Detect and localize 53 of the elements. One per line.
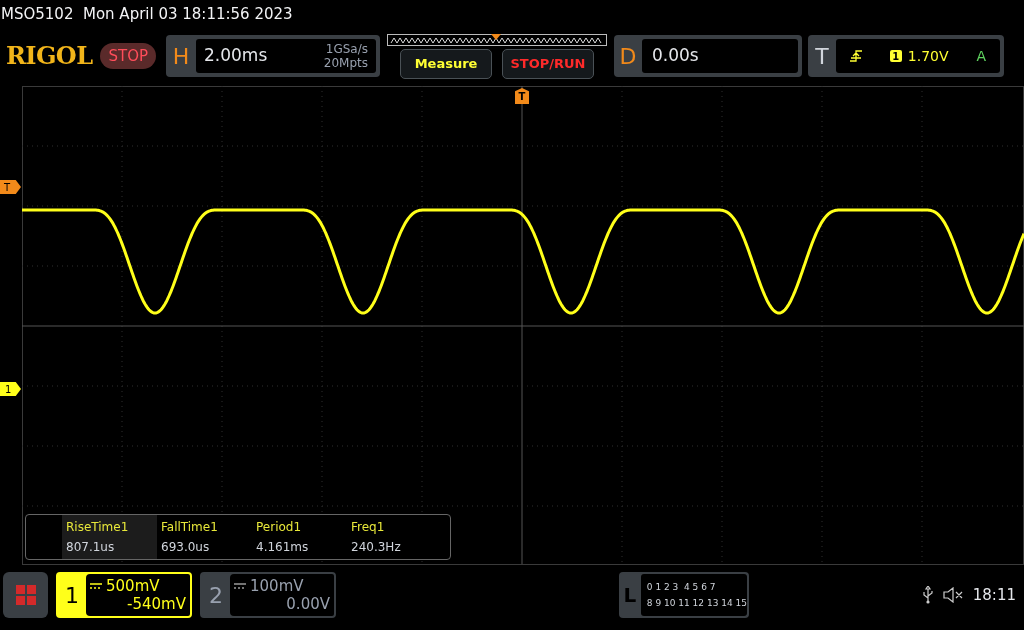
logic-panel[interactable]: L 0 1 2 3 4 5 6 7 8 9 10 11 12 13 14 15 xyxy=(619,572,749,618)
channel-number: 1 xyxy=(64,581,80,610)
delay-panel[interactable]: D 0.00s xyxy=(614,35,802,77)
horizontal-label: H xyxy=(171,42,191,71)
trigger-level-marker[interactable]: T xyxy=(0,180,21,194)
measure-button[interactable]: Measure xyxy=(400,48,492,79)
speaker-muted-icon xyxy=(942,587,963,603)
run-status: STOP xyxy=(100,43,156,69)
trigger-panel[interactable]: T 1 1.70V A xyxy=(808,35,1004,77)
timebase-value: 2.00ms xyxy=(204,44,268,68)
measurement-label: Freq1 xyxy=(351,519,386,536)
channel-offset: 0.00V xyxy=(286,595,330,613)
measurement-value: 4.161ms xyxy=(256,539,310,556)
logic-channel-numbers: 8 9 10 11 12 13 14 15 xyxy=(646,597,747,610)
stop-run-button[interactable]: STOP/RUN xyxy=(502,48,594,79)
clock-time: 18:11 xyxy=(972,584,1016,606)
trigger-label: T xyxy=(814,42,830,71)
menu-button[interactable] xyxy=(3,572,48,618)
dc-coupling-icon xyxy=(234,582,246,590)
trigger-level: 1.70V xyxy=(907,46,949,66)
memory-depth: 20Mpts xyxy=(323,56,368,70)
delay-value: 0.00s xyxy=(652,44,699,68)
logic-label: L xyxy=(622,582,638,609)
channel-panel[interactable]: 1 500mV -540mV xyxy=(56,572,192,618)
measurement-label: Period1 xyxy=(256,519,303,536)
delay-label: D xyxy=(618,42,638,71)
measurement-item[interactable]: RiseTime1 807.1us xyxy=(62,515,157,559)
title-text: MSO5102 Mon April 03 18:11:56 2023 xyxy=(0,3,294,25)
grid-icon xyxy=(15,585,36,605)
dc-coupling-icon xyxy=(90,582,102,590)
measurement-item[interactable]: FallTime1 693.0us xyxy=(157,515,252,559)
measurement-value: 240.3Hz xyxy=(351,539,402,556)
usb-icon xyxy=(922,586,933,604)
trigger-source: 1 xyxy=(889,50,902,62)
measurement-label: RiseTime1 xyxy=(66,519,130,536)
sample-rate: 1GSa/s xyxy=(325,42,368,56)
rising-edge-icon xyxy=(850,50,862,62)
channel-number: 2 xyxy=(208,581,224,610)
measurement-item[interactable]: Period1 4.161ms xyxy=(252,515,347,559)
trigger-position-marker[interactable]: T xyxy=(515,88,529,104)
measurement-value: 693.0us xyxy=(161,539,211,556)
channel-offset-marker[interactable]: 1 xyxy=(0,382,21,396)
channel-scale: 500mV xyxy=(106,577,160,595)
measurement-item[interactable]: Freq1 240.3Hz xyxy=(347,515,442,559)
measurement-label: FallTime1 xyxy=(161,519,219,536)
logic-channel-numbers: 0 1 2 3 4 5 6 7 xyxy=(646,581,717,594)
trigger-mode: A xyxy=(976,46,986,66)
horizontal-panel[interactable]: H 2.00ms 1GSa/s 20Mpts xyxy=(166,35,380,77)
channel-offset: -540mV xyxy=(127,595,186,613)
channel-scale: 100mV xyxy=(250,577,304,595)
measurement-value: 807.1us xyxy=(66,539,116,556)
channel-panel[interactable]: 2 100mV 0.00V xyxy=(200,572,336,618)
logo: RIGOL xyxy=(6,40,93,72)
